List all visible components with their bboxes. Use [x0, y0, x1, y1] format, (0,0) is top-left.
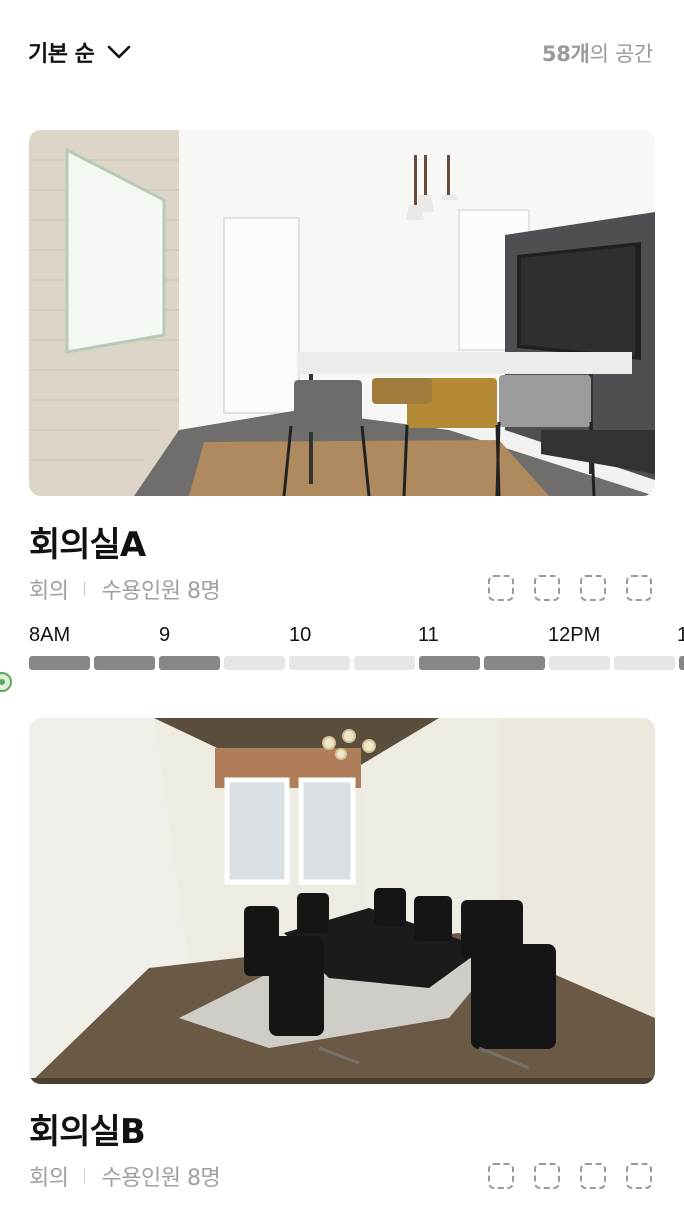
time-tick: 10	[289, 624, 312, 646]
room-photo[interactable]	[29, 718, 655, 1084]
timeline-slot-booked[interactable]	[29, 656, 90, 670]
timeline-slot-booked[interactable]	[679, 656, 684, 670]
meta-divider	[84, 582, 86, 596]
room-photo[interactable]	[29, 130, 655, 496]
meta-divider	[84, 1169, 86, 1183]
room-name[interactable]: 회의실A	[29, 517, 146, 566]
room-photo-image	[29, 130, 655, 496]
amenity-icons	[488, 575, 652, 601]
timeline-slot-booked[interactable]	[94, 656, 155, 670]
timeline-slot-booked[interactable]	[419, 656, 480, 670]
amenity-placeholder-icon	[534, 1163, 560, 1189]
timeline-slot-free[interactable]	[289, 656, 350, 670]
room-card[interactable]: 회의실A 회의 수용인원 8명 8AM 9 10 11 12PM 1	[0, 0, 684, 700]
timeline-slot-free[interactable]	[354, 656, 415, 670]
time-tick: 12PM	[548, 624, 601, 646]
room-capacity: 수용인원 8명	[101, 1166, 221, 1191]
time-tick: 9	[159, 624, 171, 646]
room-meta: 회의 수용인원 8명	[29, 1160, 221, 1192]
timeline-slot-booked[interactable]	[159, 656, 220, 670]
amenity-placeholder-icon	[580, 1163, 606, 1189]
time-tick: 11	[418, 624, 439, 646]
timeline-slot-free[interactable]	[614, 656, 675, 670]
room-name[interactable]: 회의실B	[29, 1104, 146, 1153]
amenity-placeholder-icon	[626, 1163, 652, 1189]
timeline-slot-free[interactable]	[224, 656, 285, 670]
timeline-slot-booked[interactable]	[484, 656, 545, 670]
amenity-placeholder-icon	[534, 575, 560, 601]
room-meta: 회의 수용인원 8명	[29, 573, 221, 605]
amenity-placeholder-icon	[580, 575, 606, 601]
time-tick: 1	[677, 624, 684, 646]
timeline-slot-free[interactable]	[549, 656, 610, 670]
room-capacity: 수용인원 8명	[101, 579, 221, 604]
availability-timeline[interactable]: 8AM 9 10 11 12PM 1	[0, 624, 684, 684]
room-photo-image	[29, 718, 655, 1084]
amenity-icons	[488, 1163, 652, 1189]
room-category: 회의	[29, 579, 69, 604]
amenity-placeholder-icon	[488, 575, 514, 601]
time-tick: 8AM	[29, 624, 71, 646]
room-category: 회의	[29, 1166, 69, 1191]
amenity-placeholder-icon	[488, 1163, 514, 1189]
amenity-placeholder-icon	[626, 575, 652, 601]
